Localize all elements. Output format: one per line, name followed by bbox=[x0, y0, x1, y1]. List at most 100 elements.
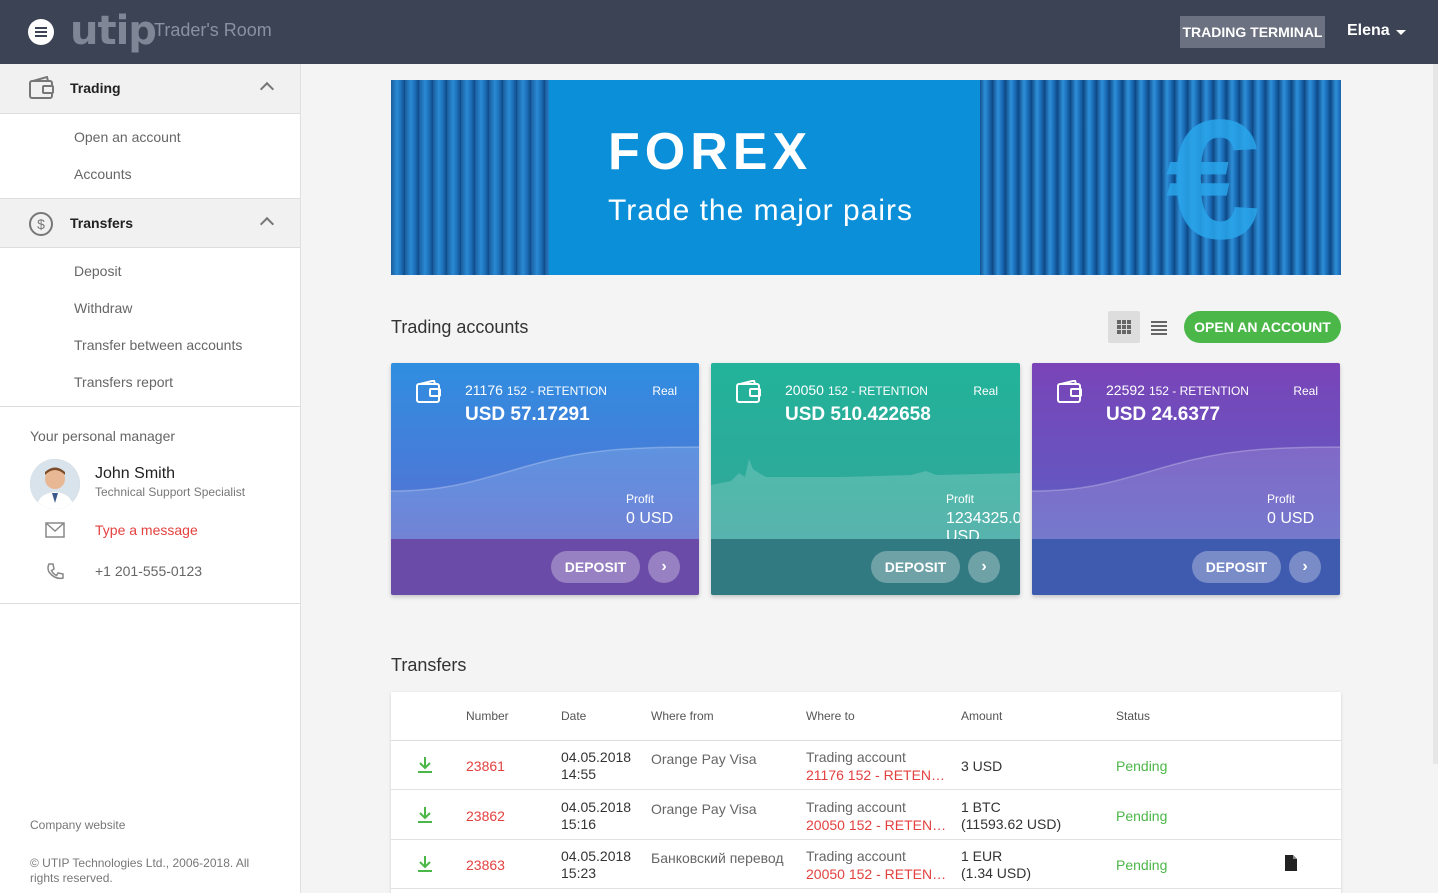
card-footer: DEPOSIT › bbox=[711, 539, 1020, 595]
transfer-amount-converted: (11593.62 USD) bbox=[961, 816, 1062, 832]
divider bbox=[0, 406, 300, 407]
open-account-button[interactable]: OPEN AN ACCOUNT bbox=[1184, 311, 1341, 343]
divider bbox=[0, 603, 300, 604]
sidebar-item-withdraw[interactable]: Withdraw bbox=[74, 300, 132, 316]
phone-icon bbox=[47, 563, 64, 580]
table-row[interactable]: 23862 04.05.2018 15:16 Orange Pay Visa Tr… bbox=[391, 791, 1341, 840]
trading-accounts-title: Trading accounts bbox=[391, 317, 529, 337]
table-row[interactable]: 23861 04.05.2018 14:55 Orange Pay Visa Tr… bbox=[391, 741, 1341, 790]
sidebar-section-title: Trading bbox=[70, 80, 121, 96]
chevron-right-icon[interactable]: › bbox=[1289, 551, 1321, 583]
manager-heading: Your personal manager bbox=[30, 428, 176, 444]
transfer-number[interactable]: 23863 bbox=[466, 857, 505, 873]
manager-phone: +1 201-555-0123 bbox=[95, 563, 203, 579]
profit-label: Profit bbox=[1267, 492, 1296, 506]
dollar-circle-icon: $ bbox=[29, 212, 53, 236]
document-icon[interactable] bbox=[1284, 854, 1298, 872]
company-website-link[interactable]: Company website bbox=[30, 818, 125, 832]
account-card[interactable]: 22592 152 - RETENTION Real USD 24.6377 Pr… bbox=[1032, 363, 1340, 595]
sidebar-section-transfers[interactable]: $ Transfers bbox=[0, 198, 300, 248]
user-menu-name[interactable]: Elena bbox=[1347, 22, 1390, 40]
sidebar-item-accounts[interactable]: Accounts bbox=[74, 166, 132, 182]
euro-icon: € bbox=[1166, 85, 1261, 275]
sidebar-section-title: Transfers bbox=[70, 215, 134, 231]
deposit-button[interactable]: DEPOSIT bbox=[551, 551, 640, 583]
chevron-right-icon[interactable]: › bbox=[648, 551, 680, 583]
hamburger-menu-icon[interactable] bbox=[28, 19, 54, 45]
type-message-link[interactable]: Type a message bbox=[95, 522, 198, 538]
wallet-icon bbox=[416, 380, 441, 403]
deposit-button[interactable]: DEPOSIT bbox=[871, 551, 960, 583]
account-balance: USD 57.17291 bbox=[465, 404, 590, 425]
column-header[interactable]: Date bbox=[561, 709, 586, 723]
transfer-number[interactable]: 23862 bbox=[466, 808, 505, 824]
download-icon bbox=[418, 757, 432, 773]
sidebar-section-trading[interactable]: Trading bbox=[0, 64, 300, 114]
forex-banner[interactable]: € FOREX Trade the major pairs bbox=[391, 80, 1341, 275]
account-type: Real bbox=[652, 384, 677, 398]
account-card[interactable]: 20050 152 - RETENTION Real USD 510.422658… bbox=[711, 363, 1020, 595]
transfer-status: Pending bbox=[1116, 857, 1168, 873]
trading-terminal-button[interactable]: TRADING TERMINAL bbox=[1180, 16, 1325, 48]
copyright-text: © UTIP Technologies Ltd., 2006-2018. All… bbox=[30, 856, 250, 885]
column-header[interactable]: Status bbox=[1116, 709, 1150, 723]
account-number: 20050 152 - RETENTION bbox=[785, 382, 928, 398]
scrollbar[interactable] bbox=[1433, 64, 1438, 764]
column-header[interactable]: Where from bbox=[651, 709, 714, 723]
sidebar: Trading Open an account Accounts $ Trans… bbox=[0, 64, 301, 893]
transfer-date: 04.05.2018 15:16 bbox=[561, 799, 632, 832]
transfer-from: Orange Pay Visa bbox=[651, 801, 757, 817]
account-number: 22592 152 - RETENTION bbox=[1106, 382, 1249, 398]
manager-role: Technical Support Specialist bbox=[95, 485, 246, 499]
account-type: Real bbox=[973, 384, 998, 398]
transfer-amount-converted: (1.34 USD) bbox=[961, 865, 1032, 881]
logo[interactable]: utip bbox=[70, 8, 157, 54]
chevron-right-icon[interactable]: › bbox=[968, 551, 1000, 583]
chevron-up-icon[interactable] bbox=[259, 81, 275, 97]
transfer-to-account[interactable]: 20050 152 - RETENTION bbox=[806, 866, 948, 882]
column-header[interactable]: Where to bbox=[806, 709, 855, 723]
column-header[interactable]: Number bbox=[466, 709, 509, 723]
card-footer: DEPOSIT › bbox=[391, 539, 699, 595]
grid-view-icon[interactable] bbox=[1108, 311, 1140, 343]
account-number: 21176 152 - RETENTION bbox=[465, 382, 607, 398]
sidebar-item-transfers-report[interactable]: Transfers report bbox=[74, 374, 173, 390]
profit-value: 0 USD bbox=[1267, 510, 1315, 527]
column-header[interactable]: Amount bbox=[961, 709, 1002, 723]
account-balance: USD 24.6377 bbox=[1106, 404, 1221, 425]
avatar bbox=[30, 459, 80, 509]
list-view-icon[interactable] bbox=[1146, 311, 1172, 343]
caret-down-icon[interactable] bbox=[1396, 30, 1406, 35]
transfer-amount: 1 EUR bbox=[961, 848, 1003, 864]
banner-decoration bbox=[391, 80, 549, 275]
transfer-from: Orange Pay Visa bbox=[651, 751, 757, 767]
profit-label: Profit bbox=[946, 492, 975, 506]
deposit-button[interactable]: DEPOSIT bbox=[1192, 551, 1281, 583]
wallet-icon bbox=[736, 380, 761, 403]
transfers-table: Number Date Where from Where to Amount S… bbox=[391, 692, 1341, 893]
sidebar-item-open-account[interactable]: Open an account bbox=[74, 129, 181, 145]
card-footer: DEPOSIT › bbox=[1032, 539, 1340, 595]
account-card[interactable]: 21176 152 - RETENTION Real USD 57.17291 P… bbox=[391, 363, 699, 595]
sidebar-item-deposit[interactable]: Deposit bbox=[74, 263, 121, 279]
banner-title: FOREX bbox=[608, 123, 813, 181]
wallet-icon bbox=[1057, 380, 1082, 403]
app-subtitle: Trader's Room bbox=[154, 20, 272, 40]
manager-name: John Smith bbox=[95, 465, 176, 482]
table-row[interactable]: 23863 04.05.2018 15:23 Банковский перевод… bbox=[391, 840, 1341, 889]
transfer-to-account[interactable]: 21176 152 - RETENTION bbox=[806, 767, 948, 783]
transfer-from: Банковский перевод bbox=[651, 850, 784, 866]
top-bar: utip Trader's Room TRADING TERMINAL Elen… bbox=[0, 0, 1438, 64]
transfer-to-account[interactable]: 20050 152 - RETENTION bbox=[806, 817, 948, 833]
transfer-status: Pending bbox=[1116, 758, 1168, 774]
transfer-amount: 3 USD bbox=[961, 758, 1003, 774]
transfer-number[interactable]: 23861 bbox=[466, 758, 505, 774]
transfer-date: 04.05.2018 14:55 bbox=[561, 749, 632, 782]
account-type: Real bbox=[1293, 384, 1318, 398]
banner-subtitle: Trade the major pairs bbox=[608, 194, 914, 227]
chevron-up-icon[interactable] bbox=[259, 216, 275, 232]
sidebar-item-transfer-between[interactable]: Transfer between accounts bbox=[74, 337, 242, 353]
profit-label: Profit bbox=[626, 492, 655, 506]
transfer-amount: 1 BTC bbox=[961, 799, 1001, 815]
transfer-date: 04.05.2018 15:23 bbox=[561, 848, 632, 881]
